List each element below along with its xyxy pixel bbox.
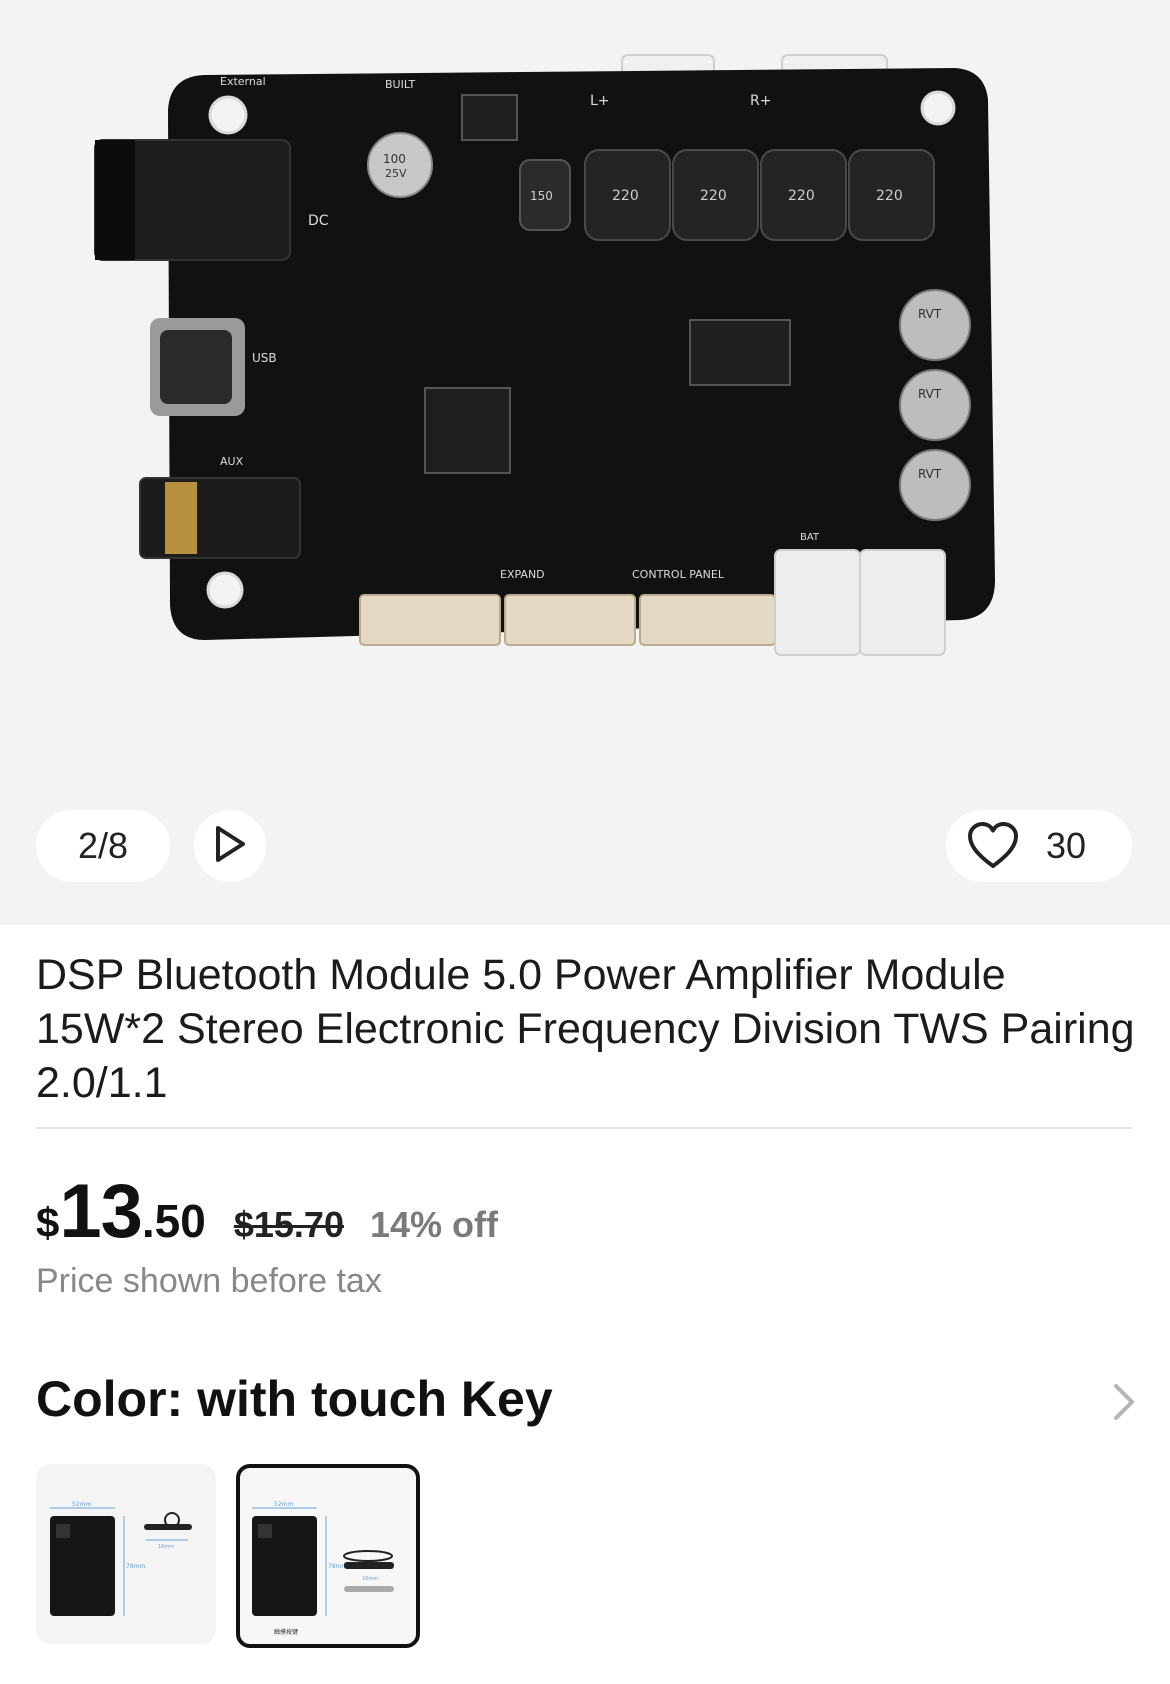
original-price: $15.70 — [233, 1204, 344, 1245]
inductor-label: 220 — [788, 188, 815, 204]
inductor-small-label: 150 — [530, 189, 553, 203]
heart-icon — [966, 819, 1020, 873]
inductor-label: 220 — [612, 188, 639, 204]
board-label-dc: DC — [308, 213, 329, 229]
price-row: $ 13 .50 $15.70 14% off — [36, 1168, 498, 1254]
price-fraction: .50 — [141, 1195, 206, 1247]
chevron-right-icon — [1113, 1383, 1135, 1426]
play-video-button[interactable] — [194, 810, 266, 882]
cap-value-label: 100 — [383, 152, 406, 166]
price-currency: $ — [36, 1199, 60, 1246]
cap-brand-label: RVT — [918, 467, 942, 481]
cap-brand-label: RVT — [918, 307, 942, 321]
variant-thumbnail-image: 52mm 78mm 16mm — [50, 1501, 192, 1616]
play-icon — [212, 824, 248, 869]
board-label-control-panel: CONTROL PANEL — [632, 568, 725, 581]
variant-option-selected[interactable]: 52mm 78mm 16mm 触摸按键 — [236, 1464, 420, 1648]
cap-voltage-label: 25V — [385, 167, 407, 180]
favorite-button[interactable]: 30 — [946, 810, 1132, 882]
board-label-usb: USB — [252, 351, 277, 365]
image-counter: 2/8 — [36, 810, 170, 882]
product-image-pcb-board: External BUILT DC USB AUX EXPAND CONTROL… — [94, 54, 995, 656]
inductor-label: 220 — [876, 188, 903, 204]
board-label-bat: BAT — [800, 532, 820, 543]
variant-more-button[interactable] — [1106, 1380, 1142, 1428]
variant-option[interactable]: 52mm 78mm 16mm — [36, 1464, 216, 1644]
variant-thumbnail-image: 52mm 78mm 16mm 触摸按键 — [252, 1501, 394, 1636]
favorite-count: 30 — [1046, 825, 1087, 866]
board-label-right-plus: R+ — [750, 93, 771, 109]
board-label-external: External — [220, 75, 266, 88]
board-label-aux: AUX — [220, 455, 244, 468]
divider — [36, 1127, 1132, 1129]
dim-width-label: 52mm — [72, 1501, 91, 1508]
board-label-left-plus: L+ — [590, 93, 610, 109]
inductor-label: 220 — [700, 188, 727, 204]
tax-note: Price shown before tax — [36, 1262, 382, 1300]
product-image-gallery[interactable]: External BUILT DC USB AUX EXPAND CONTROL… — [0, 0, 1170, 925]
variant-caption: 触摸按键 — [274, 1628, 298, 1636]
image-counter-text: 2/8 — [77, 825, 129, 866]
discount-label: 14% off — [369, 1204, 498, 1245]
dim-small-label: 16mm — [362, 1576, 378, 1582]
cap-brand-label: RVT — [918, 387, 942, 401]
price-whole: 13 — [59, 1169, 143, 1254]
product-title: DSP Bluetooth Module 5.0 Power Amplifier… — [36, 951, 1135, 1107]
variant-heading: Color: with touch Key — [36, 1371, 553, 1427]
dim-width-label: 52mm — [274, 1501, 293, 1508]
board-label-built: BUILT — [385, 78, 415, 91]
board-label-expand: EXPAND — [500, 568, 545, 581]
dim-small-label: 16mm — [158, 1544, 174, 1550]
dim-height-label: 78mm — [126, 1563, 145, 1570]
